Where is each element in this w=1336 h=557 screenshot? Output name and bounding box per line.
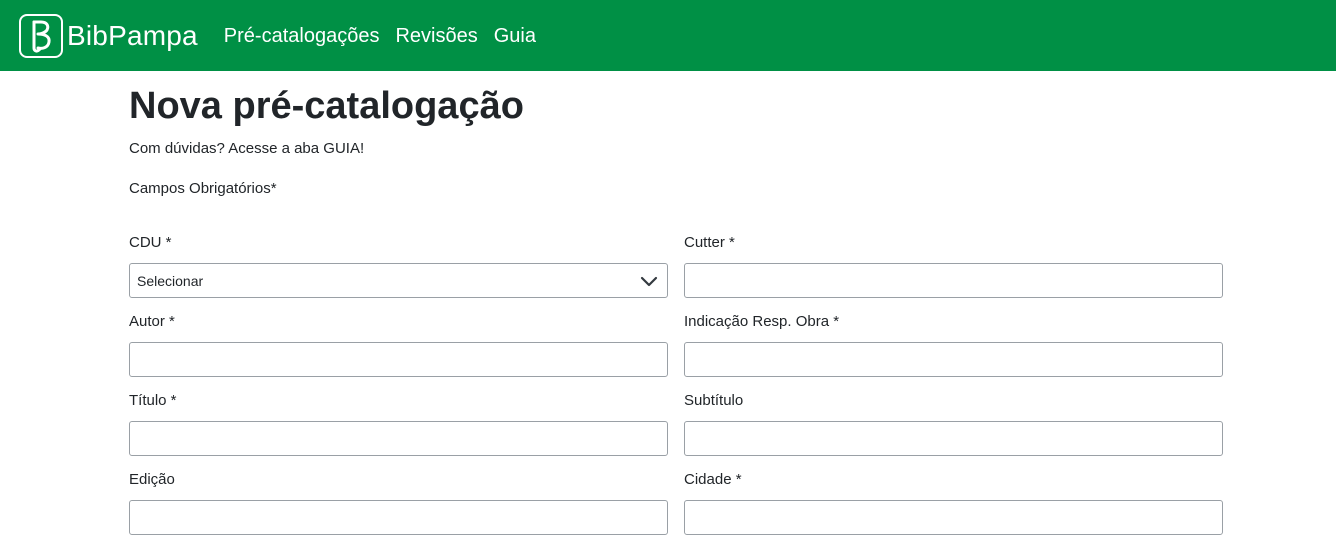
help-hint: Com dúvidas? Acesse a aba GUIA!: [129, 140, 365, 157]
titulo-field: Título *: [129, 391, 668, 456]
cdu-field: CDU * Selecionar: [129, 233, 668, 298]
indicacao-input[interactable]: [684, 342, 1223, 377]
titulo-input[interactable]: [129, 421, 668, 456]
nav-link-revisoes[interactable]: Revisões: [395, 23, 477, 48]
titulo-label: Título *: [129, 392, 177, 409]
required-fields-note: Campos Obrigatórios*: [129, 180, 277, 197]
indicacao-label: Indicação Resp. Obra *: [684, 313, 840, 330]
nav-link-pre-catalogacoes[interactable]: Pré-catalogações: [224, 23, 380, 48]
cutter-label: Cutter *: [684, 234, 735, 251]
navbar: BibPampa Pré-catalogações Revisões Guia: [0, 0, 1336, 71]
subtitulo-field: Subtítulo: [684, 391, 1223, 456]
cidade-input[interactable]: [684, 500, 1223, 535]
cutter-field: Cutter *: [684, 233, 1223, 298]
edicao-field: Edição: [129, 470, 668, 535]
cidade-label: Cidade *: [684, 471, 742, 488]
brand-link[interactable]: BibPampa: [19, 13, 198, 58]
brand-name: BibPampa: [67, 19, 198, 51]
edicao-input[interactable]: [129, 500, 668, 535]
cidade-field: Cidade *: [684, 470, 1223, 535]
catalog-form: CDU * Selecionar Cutter * Autor * Indica…: [129, 233, 1223, 535]
page-title: Nova pré-catalogação: [129, 85, 524, 127]
indicacao-field: Indicação Resp. Obra *: [684, 312, 1223, 377]
b-logo-icon: [19, 13, 63, 58]
cutter-input[interactable]: [684, 263, 1223, 298]
cdu-select[interactable]: Selecionar: [129, 263, 668, 298]
autor-label: Autor *: [129, 313, 175, 330]
autor-input[interactable]: [129, 342, 668, 377]
chevron-down-icon: [640, 276, 658, 286]
subtitulo-label: Subtítulo: [684, 392, 744, 409]
cdu-select-value: Selecionar: [137, 272, 204, 289]
nav-links: Pré-catalogações Revisões Guia: [224, 23, 552, 48]
main-container: Nova pré-catalogação Com dúvidas? Acesse…: [129, 71, 1223, 535]
subtitulo-input[interactable]: [684, 421, 1223, 456]
cdu-label: CDU *: [129, 234, 172, 251]
edicao-label: Edição: [129, 471, 175, 488]
autor-field: Autor *: [129, 312, 668, 377]
nav-link-guia[interactable]: Guia: [494, 23, 536, 48]
